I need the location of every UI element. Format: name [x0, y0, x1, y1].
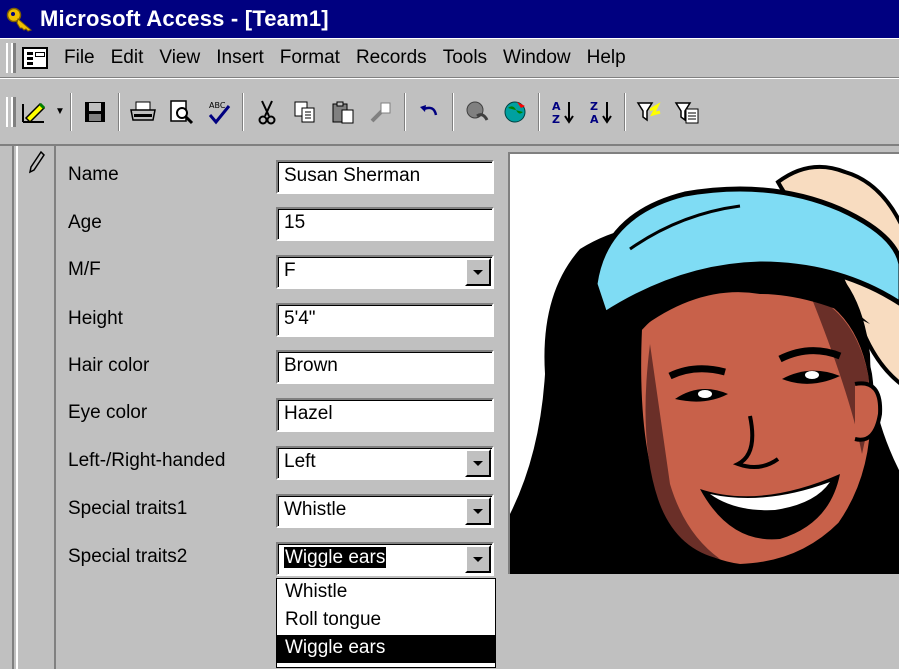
toolbar-grip[interactable] — [6, 96, 16, 127]
window-title: Microsoft Access - [Team1] — [40, 6, 329, 31]
menu-help[interactable]: Help — [579, 47, 634, 69]
pencil-edit-icon — [28, 150, 45, 174]
svg-text:A: A — [590, 113, 599, 126]
format-painter-icon[interactable] — [362, 92, 400, 132]
print-preview-icon[interactable] — [162, 92, 200, 132]
sort-ascending-icon[interactable]: AZ — [544, 92, 582, 132]
toolbar: ▼ ABC AZ ZA — [0, 78, 899, 146]
name-value: Susan Sherman — [284, 165, 421, 186]
age-field[interactable]: 15 — [276, 207, 494, 241]
dropdown-option-whistle[interactable]: Whistle — [277, 579, 495, 607]
toolbar-separator — [242, 92, 244, 131]
toolbar-separator — [404, 92, 406, 131]
chevron-down-icon — [473, 508, 483, 514]
dropdown-option-roll-tongue[interactable]: Roll tongue — [277, 607, 495, 635]
eye-color-value: Hazel — [284, 403, 333, 424]
toolbar-separator — [538, 92, 540, 131]
menu-insert[interactable]: Insert — [208, 47, 272, 69]
clipart-girl-portrait — [510, 154, 899, 574]
form-view: Name Age M/F Height Hair color Eye color… — [0, 146, 899, 669]
special-traits1-combo[interactable]: Whistle — [276, 494, 494, 528]
cut-icon[interactable] — [248, 92, 286, 132]
record-selector[interactable] — [16, 146, 56, 669]
field-label-age: Age — [68, 212, 102, 233]
menu-file[interactable]: File — [56, 47, 103, 69]
undo-icon[interactable] — [410, 92, 448, 132]
height-field[interactable]: 5'4" — [276, 303, 494, 337]
field-label-eye-color: Eye color — [68, 402, 148, 423]
print-icon[interactable] — [124, 92, 162, 132]
filter-by-selection-icon[interactable] — [630, 92, 668, 132]
hair-color-value: Brown — [284, 355, 338, 376]
eye-color-field[interactable]: Hazel — [276, 398, 494, 432]
field-label-special-traits2: Special traits2 — [68, 546, 188, 567]
menu-tools[interactable]: Tools — [435, 47, 495, 69]
menu-bar: File Edit View Insert Format Records Too… — [0, 38, 899, 78]
special-traits1-value: Whistle — [284, 499, 347, 520]
design-view-dropdown-icon[interactable]: ▼ — [54, 106, 66, 117]
field-label-hair-color: Hair color — [68, 355, 150, 376]
special-traits2-dropdown-list[interactable]: Whistle Roll tongue Wiggle ears — [276, 578, 496, 668]
design-view-icon[interactable] — [16, 92, 54, 132]
field-label-special-traits1: Special traits1 — [68, 498, 188, 519]
toolbar-separator — [624, 92, 626, 131]
menu-edit[interactable]: Edit — [103, 47, 152, 69]
toolbar-separator — [452, 92, 454, 131]
toolbar-separator — [118, 92, 120, 131]
field-label-height: Height — [68, 308, 123, 329]
insert-hyperlink-icon[interactable] — [458, 92, 496, 132]
filter-by-form-icon[interactable] — [668, 92, 706, 132]
svg-text:Z: Z — [590, 100, 598, 113]
sort-descending-icon[interactable]: ZA — [582, 92, 620, 132]
chevron-down-icon — [473, 556, 483, 562]
form-window-border — [0, 146, 14, 669]
svg-text:ABC: ABC — [209, 101, 226, 110]
handedness-dropdown-button[interactable] — [465, 449, 491, 477]
menubar-grip[interactable] — [6, 43, 16, 73]
spelling-icon[interactable]: ABC — [200, 92, 238, 132]
mf-value: F — [284, 260, 296, 281]
special-traits1-dropdown-button[interactable] — [465, 497, 491, 525]
handedness-combo[interactable]: Left — [276, 446, 494, 480]
age-value: 15 — [284, 212, 306, 233]
paste-icon[interactable] — [324, 92, 362, 132]
chevron-down-icon — [473, 269, 483, 275]
member-photo — [508, 152, 899, 574]
mf-combo[interactable]: F — [276, 255, 494, 289]
special-traits2-value: Wiggle ears — [284, 547, 387, 568]
menu-records[interactable]: Records — [348, 47, 435, 69]
menu-format[interactable]: Format — [272, 47, 348, 69]
title-bar: Microsoft Access - [Team1] — [0, 0, 899, 38]
hair-color-field[interactable]: Brown — [276, 350, 494, 384]
web-toolbar-icon[interactable] — [496, 92, 534, 132]
chevron-down-icon — [473, 460, 483, 466]
field-label-handedness: Left-/Right-handed — [68, 450, 226, 471]
mf-dropdown-button[interactable] — [465, 258, 491, 286]
form-control-menu-icon[interactable] — [22, 47, 48, 69]
height-value: 5'4" — [284, 308, 316, 329]
menu-window[interactable]: Window — [495, 47, 579, 69]
copy-icon[interactable] — [286, 92, 324, 132]
save-icon[interactable] — [76, 92, 114, 132]
svg-text:Z: Z — [552, 113, 560, 126]
special-traits2-combo[interactable]: Wiggle ears — [276, 542, 494, 576]
menu-view[interactable]: View — [151, 47, 208, 69]
field-label-mf: M/F — [68, 259, 101, 280]
dropdown-option-wiggle-ears[interactable]: Wiggle ears — [277, 635, 495, 663]
toolbar-separator — [70, 92, 72, 131]
name-field[interactable]: Susan Sherman — [276, 160, 494, 194]
svg-text:A: A — [552, 100, 561, 113]
handedness-value: Left — [284, 451, 316, 472]
access-key-icon[interactable] — [0, 0, 40, 38]
field-label-name: Name — [68, 164, 119, 185]
special-traits2-dropdown-button[interactable] — [465, 545, 491, 573]
